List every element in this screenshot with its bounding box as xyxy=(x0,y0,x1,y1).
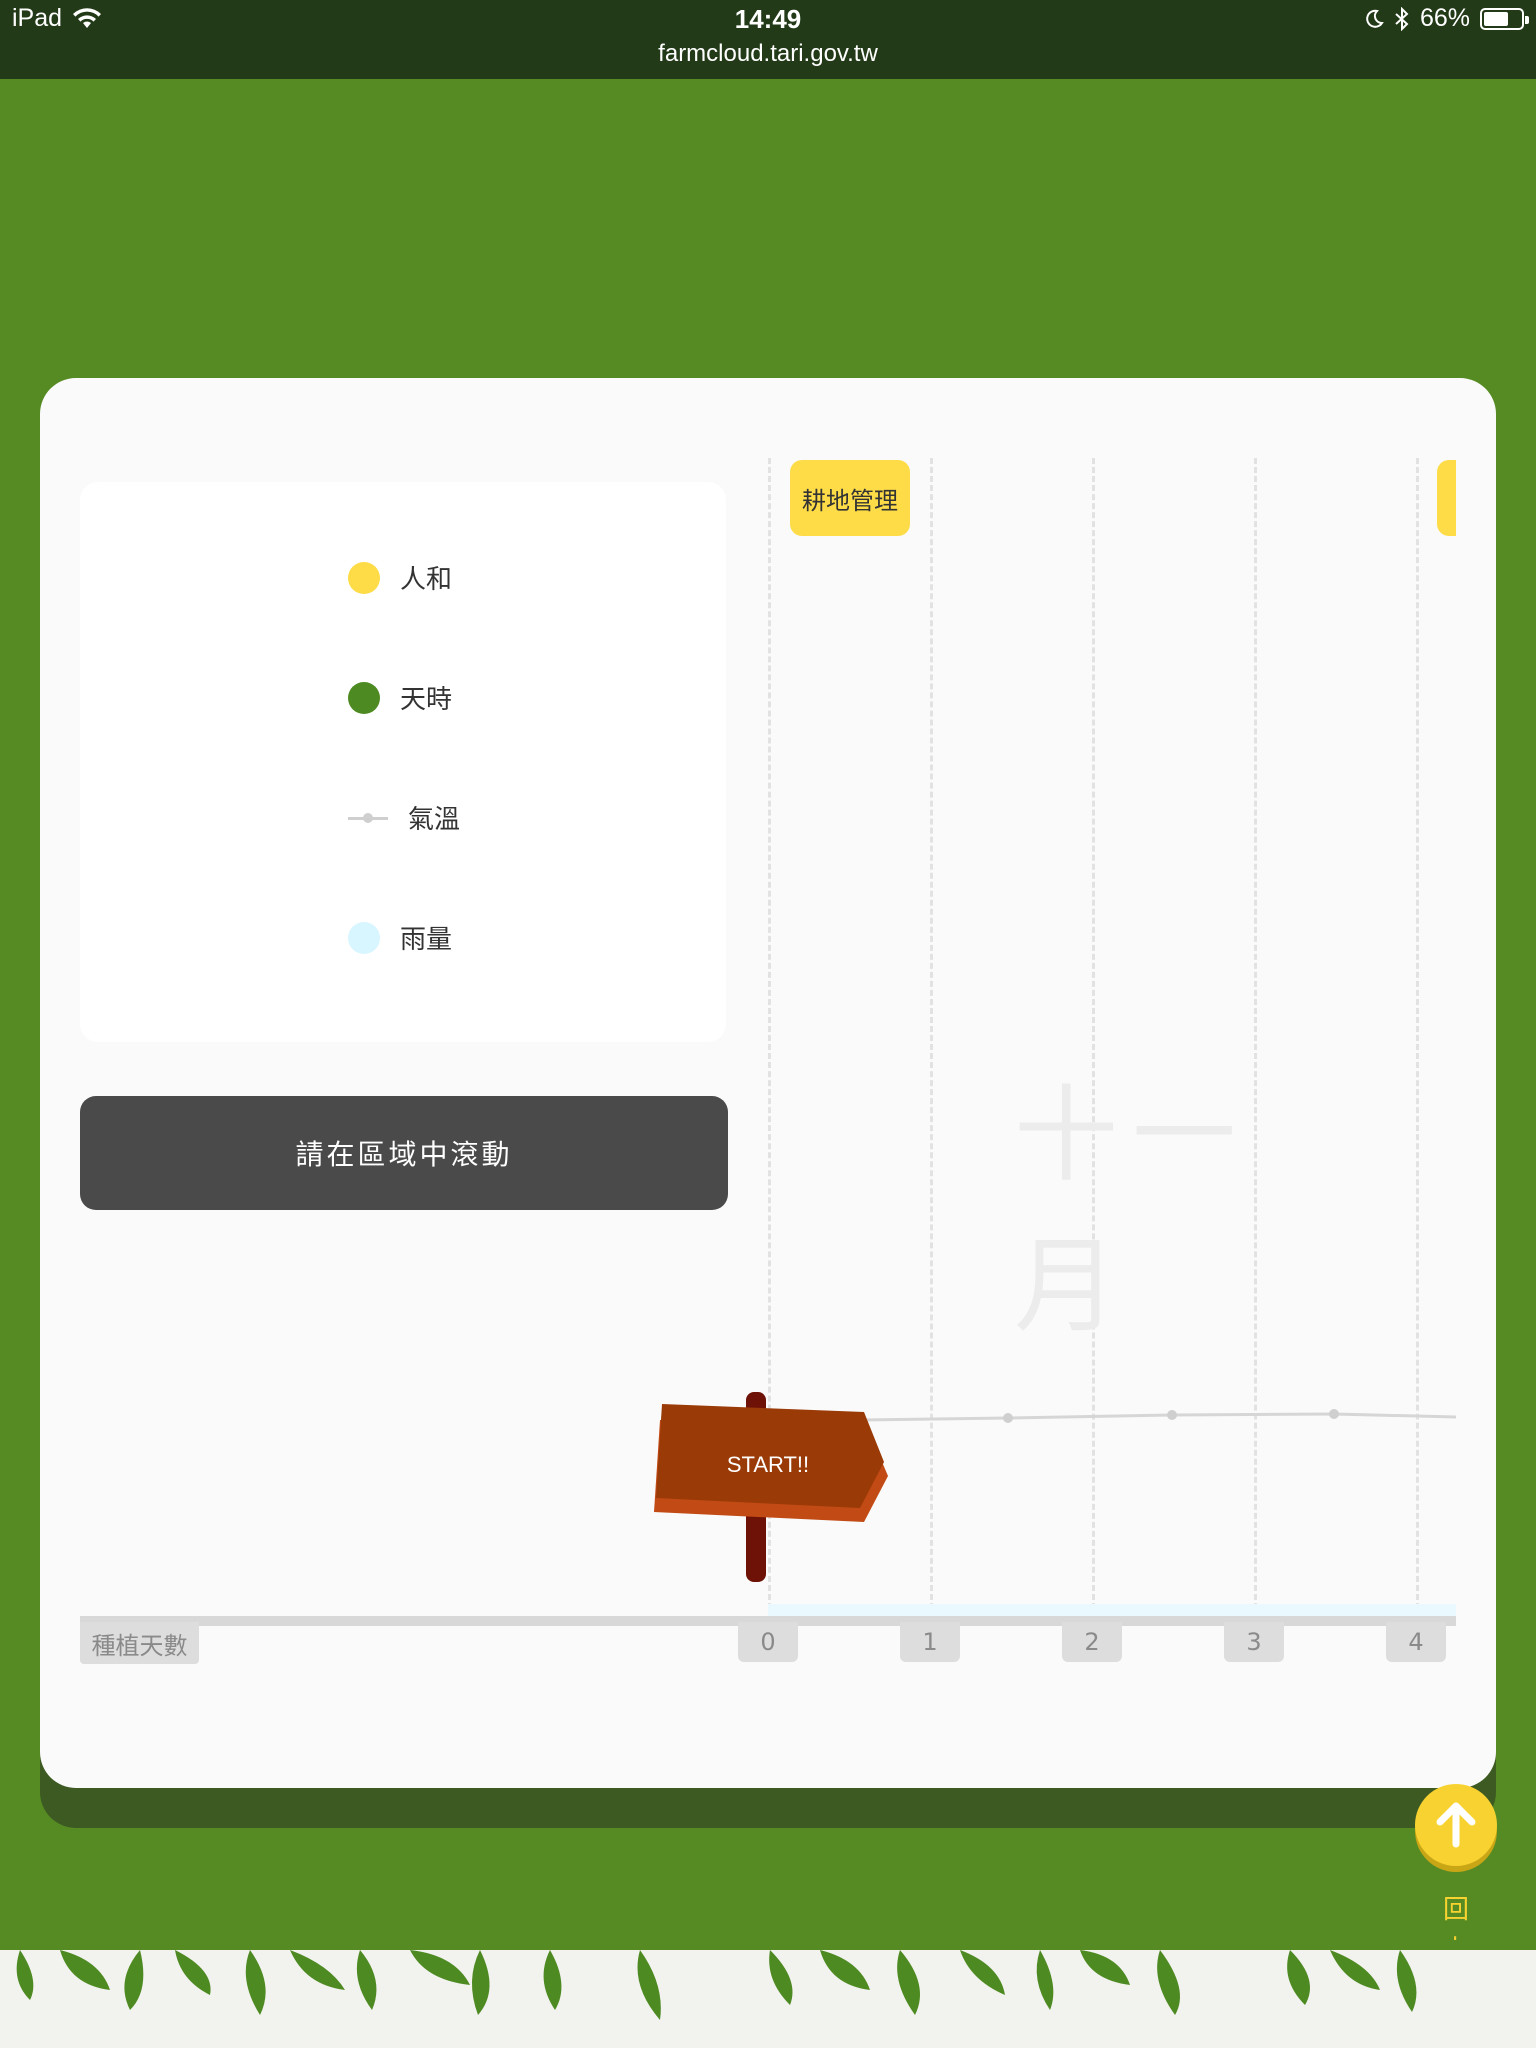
day-tick: 3 xyxy=(1224,1622,1284,1662)
day-tick: 4 xyxy=(1386,1622,1446,1662)
status-bar: iPad 14:49 farmcloud.tari.gov.tw 66% xyxy=(0,0,1536,79)
month-label: 十一月 xyxy=(1014,1074,1251,1347)
legend-item-renhe: 人和 xyxy=(348,559,452,596)
moon-icon xyxy=(1366,9,1384,28)
legend-item-temperature: 氣溫 xyxy=(348,799,460,836)
legend-item-tianshi: 天時 xyxy=(348,679,452,716)
day-gridline xyxy=(1254,458,1257,1618)
days-axis-label: 種植天數 xyxy=(80,1622,199,1664)
address-bar[interactable]: farmcloud.tari.gov.tw xyxy=(0,40,1536,68)
arrow-up-icon xyxy=(1436,1802,1476,1848)
legend-label: 雨量 xyxy=(400,925,453,955)
status-bar-right: 66% xyxy=(1364,4,1529,33)
day-gridline xyxy=(1092,458,1095,1618)
day-tick: 0 xyxy=(738,1622,798,1662)
temperature-point xyxy=(1329,1409,1339,1419)
back-to-top-button[interactable] xyxy=(1415,1784,1497,1866)
bluetooth-icon xyxy=(1395,6,1409,31)
scroll-hint-button[interactable]: 請在區域中滾動 xyxy=(80,1096,728,1210)
start-signpost: START!! xyxy=(654,1392,888,1582)
rainfall-strip xyxy=(768,1604,1456,1616)
yellow-dot-icon xyxy=(348,561,380,594)
legend-label: 氣溫 xyxy=(408,805,461,835)
legend-panel: 人和 天時 氣溫 雨量 xyxy=(80,482,726,1042)
battery-nub xyxy=(1525,15,1529,24)
line-marker-icon xyxy=(348,802,388,834)
legend-label: 人和 xyxy=(400,565,453,595)
legend-item-rainfall: 雨量 xyxy=(348,919,452,956)
legend-label: 天時 xyxy=(400,685,453,715)
day-tick: 2 xyxy=(1062,1622,1122,1662)
temperature-point xyxy=(1003,1413,1013,1423)
temperature-point xyxy=(1167,1410,1177,1420)
clock: 14:49 xyxy=(734,4,802,34)
light-blue-dot-icon xyxy=(348,921,380,954)
day-tick: 1 xyxy=(900,1622,960,1662)
battery-icon xyxy=(1480,7,1529,30)
day-gridline xyxy=(1416,458,1419,1618)
battery-percent: 66% xyxy=(1419,4,1470,32)
task-label-next[interactable] xyxy=(1437,460,1456,536)
green-dot-icon xyxy=(348,681,380,714)
task-label[interactable]: 耕地管理 xyxy=(790,460,910,536)
day-gridline xyxy=(930,458,933,1618)
start-sign-text: START!! xyxy=(727,1452,809,1477)
leafy-ground-decoration xyxy=(0,1940,1536,2048)
battery-fill xyxy=(1484,11,1508,26)
